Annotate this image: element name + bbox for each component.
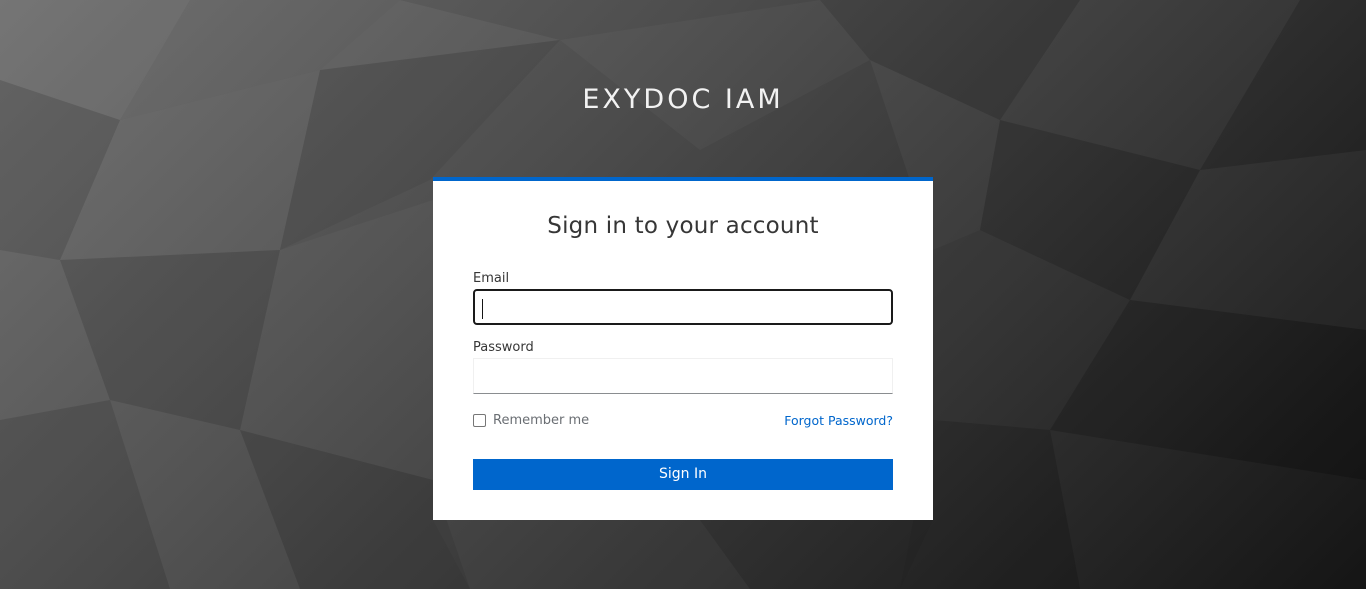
text-caret [482,299,483,319]
login-options-row: Remember me Forgot Password? [473,411,893,429]
login-card: Sign in to your account Email Password R… [433,177,933,520]
password-label: Password [473,340,534,355]
login-heading: Sign in to your account [547,213,819,239]
sign-in-button[interactable]: Sign In [473,459,893,490]
remember-me-label[interactable]: Remember me [493,413,589,428]
remember-me-checkbox[interactable] [473,413,486,427]
password-input[interactable] [473,358,893,394]
email-label: Email [473,271,510,286]
brand-title: EXYDOC IAM [582,84,784,115]
remember-me[interactable]: Remember me [473,413,589,428]
forgot-password-link[interactable]: Forgot Password? [784,413,893,428]
email-input[interactable] [473,289,893,325]
